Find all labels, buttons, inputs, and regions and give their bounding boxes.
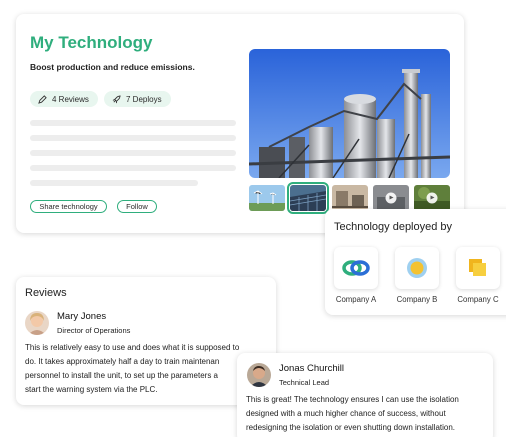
review-line: start the warning system via the PLC. (25, 385, 158, 394)
review-line: redesigning the isolation or even shutti… (246, 423, 456, 432)
technology-title: My Technology (30, 33, 153, 52)
review-line: designed with a much higher chance of su… (246, 409, 446, 418)
technology-subtitle: Boost production and reduce emissions. (30, 62, 195, 72)
reviews-badge-label: 4 Reviews (52, 94, 89, 104)
reviewer-avatar (247, 363, 271, 387)
placeholder-line (30, 150, 236, 156)
company-a-name: Company A (335, 295, 377, 304)
reviews-heading: Reviews (25, 287, 67, 299)
reviewer-role: Director of Operations (57, 326, 131, 335)
placeholder-line (30, 180, 198, 186)
company-a-logo (334, 247, 378, 289)
gallery-thumbnail-1[interactable] (249, 185, 285, 211)
reviewer-role: Technical Lead (279, 378, 330, 387)
gallery-video-thumbnail-1[interactable] (373, 185, 409, 211)
gallery-video-thumbnail-2[interactable] (414, 185, 450, 211)
company-c[interactable]: Company C (453, 247, 503, 304)
company-c-logo (456, 247, 500, 289)
play-icon (426, 192, 438, 204)
review-line: do. It takes approximately half a day to… (25, 357, 220, 366)
play-icon (385, 192, 397, 204)
deploys-badge[interactable]: 7 Deploys (104, 91, 171, 107)
reviews-badge[interactable]: 4 Reviews (30, 91, 98, 107)
review-text: This is relatively easy to use and does … (25, 341, 271, 397)
gallery-thumbnail-2[interactable] (287, 182, 329, 214)
company-a[interactable]: Company A (331, 247, 381, 304)
review-line: personnel to install the unit, to set up… (25, 371, 219, 380)
company-c-name: Company C (457, 295, 499, 304)
follow-button[interactable]: Follow (117, 200, 157, 213)
deploys-badge-label: 7 Deploys (126, 94, 162, 104)
placeholder-line (30, 135, 236, 141)
review-line: This is relatively easy to use and does … (25, 343, 240, 352)
company-b-logo (395, 247, 439, 289)
review-text: This is great! The technology ensures I … (246, 393, 491, 435)
share-technology-button[interactable]: Share technology (30, 200, 107, 213)
review-card: Jonas Churchill Technical Lead This is g… (237, 353, 493, 437)
placeholder-line (30, 120, 236, 126)
rocket-icon (112, 94, 121, 103)
company-b-name: Company B (396, 295, 438, 304)
review-line: This is great! The technology ensures I … (246, 395, 459, 404)
reviewer-avatar (25, 311, 49, 335)
pencil-icon (38, 94, 47, 104)
deployed-by-title: Technology deployed by (334, 221, 453, 233)
technology-card: My Technology Boost production and reduc… (16, 14, 464, 233)
gallery-thumbnail-3[interactable] (332, 185, 368, 211)
company-b[interactable]: Company B (392, 247, 442, 304)
reviewer-name: Mary Jones (57, 311, 107, 322)
deployed-by-card: Technology deployed by Company A Company… (325, 209, 506, 315)
reviewer-name: Jonas Churchill (279, 363, 344, 374)
placeholder-line (30, 165, 236, 171)
technology-hero-image (249, 49, 450, 178)
